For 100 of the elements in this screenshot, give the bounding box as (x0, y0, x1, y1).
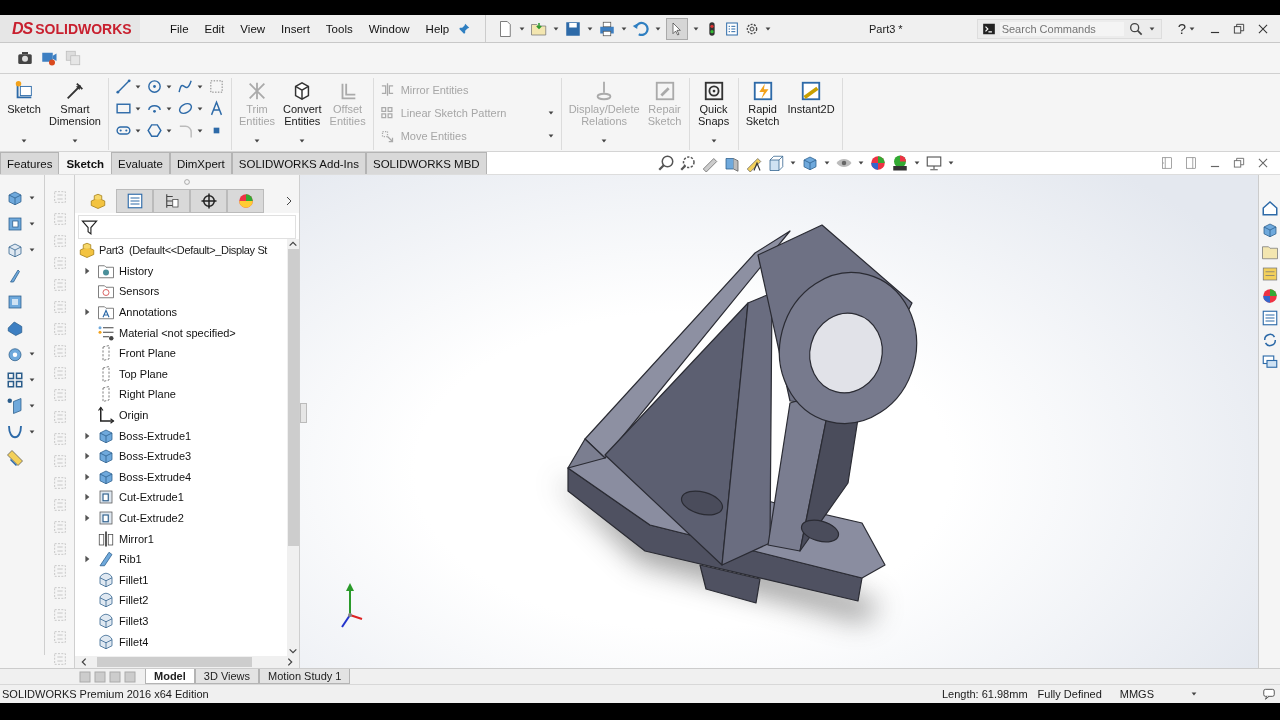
expand-arrow-icon[interactable] (83, 265, 91, 276)
shell-icon[interactable] (6, 293, 24, 311)
tree-item[interactable]: Fillet1 (119, 573, 149, 586)
tree-item[interactable]: Cut-Extrude1 (119, 491, 184, 504)
menu-item[interactable]: Window (360, 22, 418, 35)
tree-item[interactable]: Right Plane (119, 388, 176, 401)
tile-left-icon[interactable] (1160, 156, 1174, 170)
tree-item[interactable]: Boss-Extrude4 (119, 470, 192, 483)
edit-appearance-icon[interactable] (868, 154, 887, 172)
view-orientation-icon[interactable] (766, 154, 785, 172)
menu-item[interactable]: Edit (196, 22, 233, 35)
tooltip-icon[interactable] (1262, 687, 1276, 701)
list-icon[interactable] (724, 20, 741, 37)
tree-item[interactable]: Fillet4 (119, 635, 149, 648)
axis-triad-icon[interactable] (341, 583, 363, 628)
filter-field[interactable] (78, 215, 296, 239)
appearance-icon[interactable] (1260, 287, 1279, 305)
line-icon[interactable] (114, 78, 132, 95)
search-input[interactable]: Search Commands (999, 21, 1124, 36)
expand-arrow-icon[interactable] (83, 471, 91, 482)
tree-item[interactable]: Fillet2 (119, 594, 149, 607)
hole-icon[interactable] (6, 345, 24, 363)
ruler-icon[interactable] (6, 449, 24, 467)
scroll-left-icon[interactable] (79, 657, 89, 667)
tree-item[interactable]: Sensors (119, 285, 160, 298)
panel-tab[interactable] (190, 189, 227, 213)
expand-arrow-icon[interactable] (83, 554, 91, 565)
expand-arrow-icon[interactable] (83, 492, 91, 503)
tree-item[interactable]: Origin (119, 409, 149, 422)
tab[interactable]: Features (0, 152, 60, 174)
tree-item[interactable]: Rib1 (119, 553, 142, 566)
tree-item[interactable]: Annotations (119, 306, 178, 319)
tab[interactable]: SOLIDWORKS MBD (365, 152, 487, 174)
search-icon[interactable] (1127, 20, 1144, 37)
expand-arrow-icon[interactable] (83, 513, 91, 523)
save-icon[interactable] (564, 19, 583, 38)
tab[interactable]: Motion Study 1 (259, 669, 351, 684)
tree-item[interactable]: Front Plane (119, 347, 176, 360)
curve-icon[interactable] (6, 423, 24, 441)
scrollbar[interactable] (287, 239, 299, 656)
tree-item[interactable]: Material <not specified> (119, 326, 236, 339)
undo-icon[interactable] (632, 19, 651, 38)
snaps-button[interactable]: Quick Snaps (693, 78, 734, 148)
smart-dimension-button[interactable]: Smart Dimension (46, 78, 104, 148)
rapid-button[interactable]: Rapid Sketch (742, 78, 783, 148)
close-icon[interactable] (1256, 156, 1270, 170)
print-icon[interactable] (598, 19, 617, 38)
scroll-thumb[interactable] (97, 657, 252, 667)
instant2d-button[interactable]: Instant2D (784, 78, 838, 148)
ellipse-icon[interactable] (176, 100, 194, 117)
menu-item[interactable]: File (162, 22, 197, 35)
spline-icon[interactable] (176, 78, 194, 95)
display-style-icon[interactable] (800, 154, 819, 172)
splitter-handle[interactable] (300, 403, 307, 423)
tree-item[interactable]: Boss-Extrude3 (119, 450, 192, 463)
tab[interactable]: 3D Views (194, 669, 260, 684)
scroll-down-icon[interactable] (288, 646, 298, 656)
tree-item[interactable]: Fillet3 (119, 615, 149, 627)
expand-arrow-icon[interactable] (83, 430, 91, 441)
tab[interactable]: SOLIDWORKS Add-Ins (231, 152, 366, 174)
tab[interactable]: DimXpert (169, 152, 232, 174)
scroll-thumb[interactable] (287, 249, 299, 546)
panel-tab[interactable] (153, 189, 190, 213)
menu-item[interactable]: View (232, 22, 274, 35)
zoom-area-icon[interactable] (678, 154, 697, 172)
scroll-up-icon[interactable] (288, 239, 298, 249)
convert-button[interactable]: Convert Entities (280, 78, 325, 148)
pattern-icon[interactable] (6, 371, 24, 389)
expand-arrow-icon[interactable] (83, 451, 91, 462)
cube-icon[interactable] (6, 241, 24, 259)
scroll-right-icon[interactable] (285, 657, 295, 667)
tree-item[interactable]: Boss-Extrude1 (119, 429, 192, 442)
pin-icon[interactable] (457, 21, 472, 36)
menu-item[interactable]: Tools (317, 22, 361, 35)
horizontal-scrollbar[interactable] (75, 656, 299, 668)
tree-item[interactable]: History (119, 264, 154, 277)
tree-item[interactable]: Mirror1 (119, 532, 154, 545)
properties-icon[interactable] (1260, 309, 1279, 327)
restore-icon[interactable] (1232, 21, 1246, 36)
help-button[interactable]: ? (1175, 20, 1188, 37)
folder-icon[interactable] (1260, 243, 1279, 261)
tile-right-icon[interactable] (1184, 156, 1198, 170)
menu-item[interactable]: Help (417, 22, 458, 35)
wedge-icon[interactable] (6, 319, 24, 337)
tab[interactable]: Sketch (59, 152, 112, 174)
tree-item[interactable]: Cut-Extrude2 (119, 512, 184, 524)
panel-handle-icon[interactable] (183, 178, 191, 186)
sketch-button[interactable]: Sketch (4, 78, 44, 148)
tree-root-label[interactable]: Part3 (Default<<Default>_Display St (99, 244, 268, 257)
expand-arrow-icon[interactable] (83, 307, 91, 318)
zoom-to-fit-icon[interactable] (656, 154, 675, 172)
home-icon[interactable] (1260, 199, 1279, 217)
tree-item[interactable]: Top Plane (119, 367, 168, 380)
polygon-icon[interactable] (145, 122, 163, 139)
restore-icon[interactable] (1232, 156, 1246, 170)
menu-item[interactable]: Insert (273, 22, 318, 35)
forum-icon[interactable] (1260, 353, 1279, 371)
circle-icon[interactable] (145, 78, 163, 95)
units-selector[interactable]: MMGS (1119, 688, 1154, 700)
extrude-icon[interactable] (6, 189, 24, 207)
